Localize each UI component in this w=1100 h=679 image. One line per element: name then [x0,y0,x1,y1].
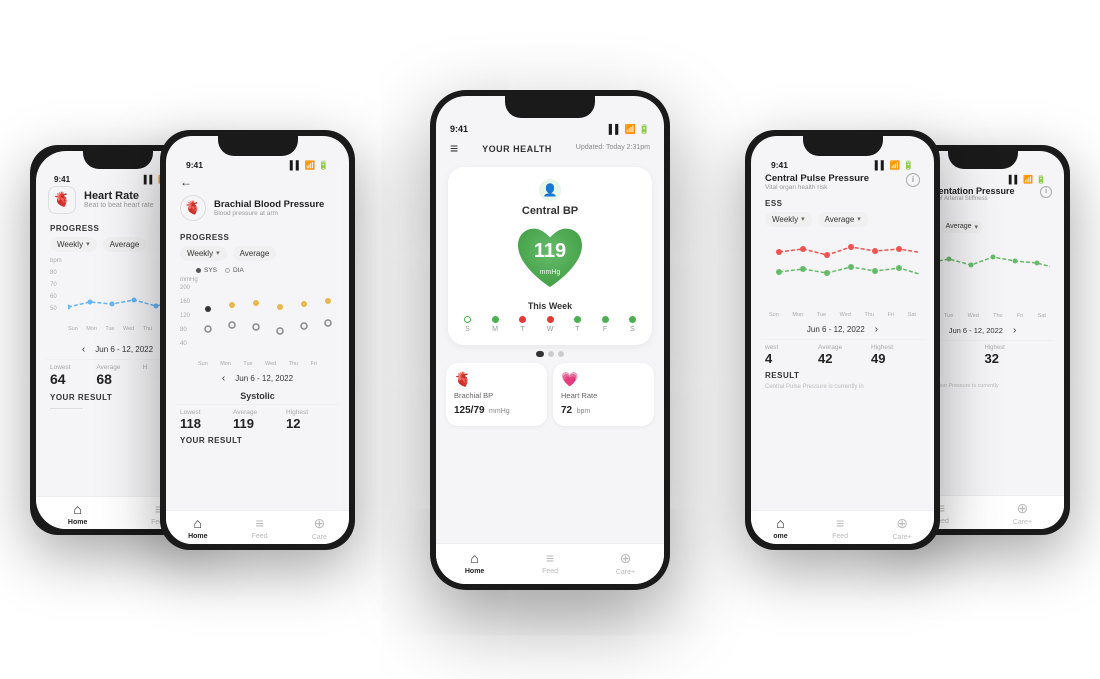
nav-home-left1[interactable]: ⌂ Home [188,515,207,540]
stat-highest-left1: Highest 12 [286,409,335,431]
central-bp-card: 👤 Central BP [448,167,652,345]
weekly-filter-left2[interactable]: Weekly ▾ [50,237,97,252]
nav-care-left1[interactable]: ⊕ Care [312,515,327,541]
week-days: S M T W [462,316,638,333]
heart-rate-icon: 🫀 [48,186,76,214]
heart-rate-title: Heart Rate [84,190,154,202]
bp-subtitle-left1: Blood pressure at arm [214,210,324,217]
bottom-nav-center: ⌂ Home ≡ Feed ⊕ Care+ [436,543,664,584]
info-button-right2[interactable]: i [1040,186,1052,198]
heart-rate-header-text: Heart Rate Beat to beat heart rate [84,190,154,209]
legend-sys: SYS [196,267,217,274]
result-label-left1: YOUR RESULT [180,436,335,445]
progress-label-left1: PROGRESS [180,233,335,242]
heart-rate-card-unit: bpm [577,408,591,415]
status-time-center: 9:41 [450,124,468,134]
date-range-right2: Jun 6 - 12, 2022 [949,326,1003,335]
info-cards: 🫀 Brachial BP 125/79 mmHg 💗 Heart Rate 7… [446,363,654,426]
brachial-title: Brachial BP [454,391,539,400]
stat-lowest-right1: west 4 [765,344,814,366]
nav-feed-left1[interactable]: ≡ Feed [252,515,268,540]
weekly-filter-left1[interactable]: Weekly ▾ [180,246,227,261]
nav-home-center[interactable]: ⌂ Home [465,550,484,575]
info-button-right1[interactable]: i [906,173,920,187]
menu-icon-center[interactable]: ≡ [450,140,458,156]
scene: 9:41 ▌▌ 📶 🔋 🫀 Heart Rate Beat to beat he… [0,0,1100,679]
result-label-right1: RESULT [765,371,920,380]
average-filter-right2[interactable]: Average ▾ [941,221,983,233]
phone-brachial-bp: 9:41 ▌▌ 📶 🔋 ← 🫀 Brachial Blood Pressure [160,130,355,550]
progress-label-right1: ESS [765,199,920,208]
average-filter-right1[interactable]: Average ▾ [818,212,868,227]
heart-rate-card[interactable]: 💗 Heart Rate 72 bpm [553,363,654,426]
page-dots [446,351,654,357]
heart-rate-card-title: Heart Rate [561,391,646,400]
nav-care-right2[interactable]: ⊕ Care+ [1013,500,1032,526]
brachial-value: 125/79 [454,405,485,416]
average-filter-left1[interactable]: Average [233,246,277,261]
brachial-bp-card[interactable]: 🫀 Brachial BP 125/79 mmHg [446,363,547,426]
nav-feed-center[interactable]: ≡ Feed [542,550,558,575]
bp-title-left1: Brachial Blood Pressure [214,199,324,210]
stat-highest-right1: Highest 49 [871,344,920,366]
date-range-right1: Jun 6 - 12, 2022 [807,325,865,334]
person-icon: 👤 [539,179,561,201]
average-filter-left2[interactable]: Average [103,237,147,252]
stat-highest-right2: Highest 32 [985,345,1051,366]
next-date-right1[interactable]: › [875,324,878,335]
next-date-right2[interactable]: › [1013,325,1016,336]
systolic-label: Systolic [176,391,339,401]
date-range-left1: Jun 6 - 12, 2022 [235,374,293,383]
heart-rate-card-icon: 💗 [561,371,646,388]
this-week-label: This Week [458,301,642,311]
cp-subtitle: Vital organ health risk [765,184,869,191]
legend-dia: DIA [225,267,244,274]
date-range-left2: Jun 6 - 12, 2022 [95,345,153,354]
nav-feed-right1[interactable]: ≡ Feed [832,515,848,540]
stat-average-left2: Average 68 [96,364,138,387]
heart-rate-subtitle: Beat to beat heart rate [84,202,154,209]
stat-average-right1: Average 42 [818,344,867,366]
prev-date-left1[interactable]: ‹ [222,373,225,384]
phone-central-pulse: 9:41 ▌▌ 📶 🔋 Central Pulse Pressure Vital… [745,130,940,550]
phone-center: 9:41 ▌▌ 📶 🔋 ≡ YOUR HEALTH Updated: Today… [430,90,670,590]
nav-home-left2[interactable]: ⌂ Home [68,501,87,526]
heart-rate-card-value: 72 [561,405,572,416]
stat-lowest-left1: Lowest 118 [180,409,229,431]
weekly-filter-right1[interactable]: Weekly ▾ [765,212,812,227]
nav-care-right1[interactable]: ⊕ Care+ [893,515,912,541]
prev-date-left2[interactable]: ‹ [82,344,85,355]
your-health-label: YOUR HEALTH [482,144,552,154]
status-time-left1: 9:41 [186,160,203,170]
cp-title: Central Pulse Pressure [765,173,869,184]
bp-value: 119 [534,240,566,260]
brachial-unit: mmHg [489,408,510,415]
back-button-left1[interactable]: ← [180,175,192,189]
bp-icon-left1: 🫀 [180,195,206,221]
bp-unit: mmHg [540,268,561,275]
stat-average-left1: Average 119 [233,409,282,431]
central-bp-title: Central BP [458,205,642,217]
date-nav-left1: ‹ Jun 6 - 12, 2022 [176,369,339,388]
date-nav-right1: Jun 6 - 12, 2022 › [761,320,924,339]
brachial-icon: 🫀 [454,371,539,388]
status-time-left2: 9:41 [54,175,70,184]
nav-care-center[interactable]: ⊕ Care+ [616,550,635,576]
nav-home-right1[interactable]: ⌂ ome [773,515,787,540]
status-time-right1: 9:41 [771,160,788,170]
stat-lowest-left2: Lowest 64 [50,364,92,387]
updated-text: Updated: Today 2:31pm [576,144,650,151]
